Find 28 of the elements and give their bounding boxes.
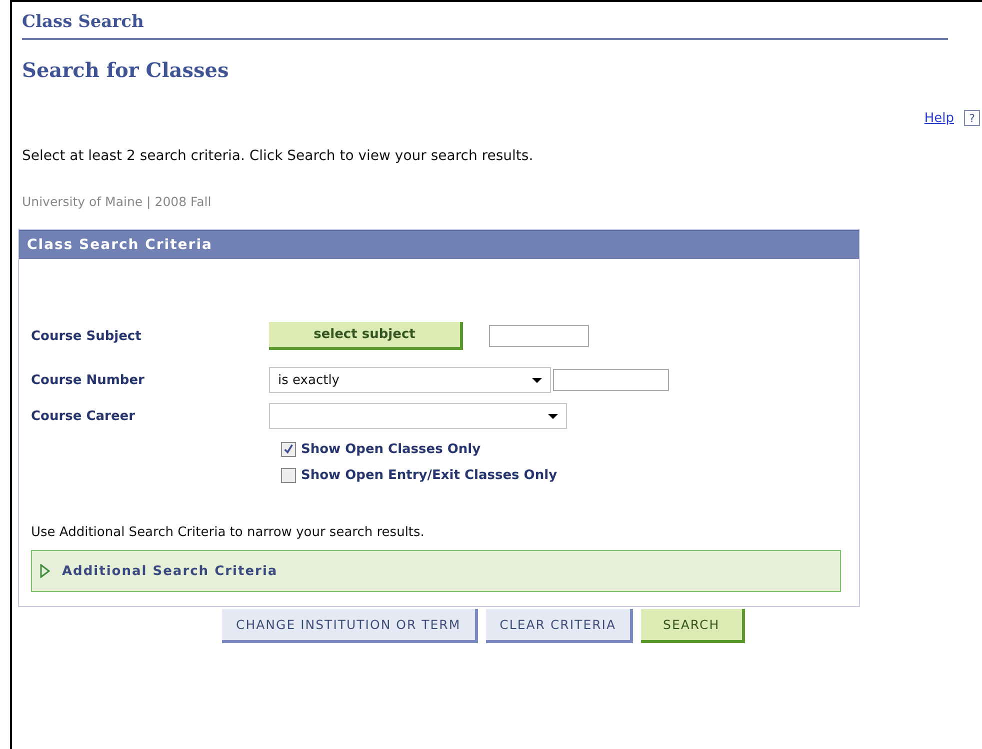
action-button[interactable]: SEARCH (641, 609, 745, 643)
operator-dropdown[interactable]: is exactly (269, 367, 551, 393)
field-label: Course Subject (31, 328, 142, 344)
career-dropdown[interactable] (269, 403, 567, 429)
subject-input-field[interactable] (489, 325, 589, 347)
checkbox[interactable] (281, 442, 296, 456)
panel-header: Class Search Criteria (19, 230, 859, 259)
hint-text: Use Additional Search Criteria to narrow your search results. (31, 525, 426, 540)
page-title: Class Search (22, 12, 145, 32)
checkbox-label: Show Open Classes Only (301, 442, 481, 456)
number-input-field[interactable] (553, 369, 669, 391)
help-icon[interactable]: ? (964, 110, 980, 126)
term-text: University of Maine | 2008 Fall (22, 194, 212, 209)
help-link[interactable]: Help (924, 110, 954, 126)
field-label: Course Career (31, 408, 136, 424)
additional-criteria-section[interactable]: Additional Search Criteria (31, 550, 841, 592)
select-subject-button[interactable]: select subject (269, 322, 463, 350)
checkbox[interactable] (281, 468, 296, 482)
checkbox-label: Show Open Entry/Exit Classes Only (301, 468, 558, 482)
expand-triangle-icon (40, 564, 50, 578)
page-subtitle: Search for Classes (22, 58, 230, 82)
caret-icon (548, 414, 558, 418)
action-button[interactable]: CLEAR CRITERIA (486, 609, 634, 643)
caret-icon (532, 378, 542, 382)
instructions-text: Select at least 2 search criteria. Click Search to view your search results. (22, 148, 534, 164)
section-title: Additional Search Criteria (62, 564, 278, 578)
action-button[interactable]: CHANGE INSTITUTION OR TERM (222, 609, 478, 643)
field-label: Course Number (31, 372, 146, 388)
